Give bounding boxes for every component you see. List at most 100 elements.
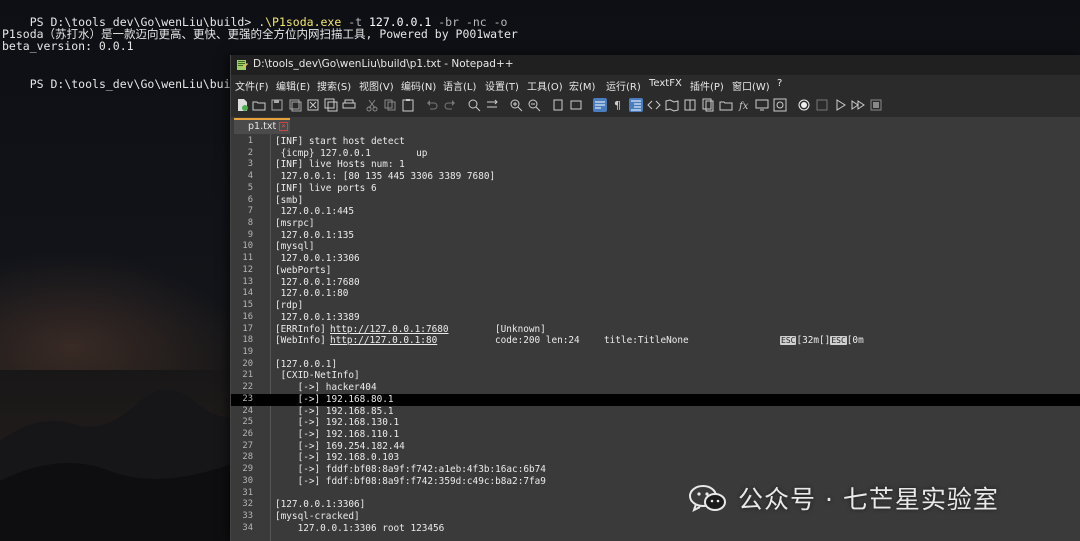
line-number: 22 (242, 382, 253, 393)
editor-line[interactable]: 13 127.0.0.1:7680 (231, 277, 1080, 289)
stop-macro-icon[interactable] (815, 98, 829, 112)
undo-icon[interactable] (425, 98, 439, 112)
line-text: [webPorts] (275, 264, 332, 276)
editor-line[interactable]: 4 127.0.0.1: [80 135 445 3306 3389 7680] (231, 171, 1080, 183)
menu-run[interactable]: 运行(R) (606, 78, 641, 93)
redo-icon[interactable] (443, 98, 457, 112)
menu-view[interactable]: 视图(V) (359, 78, 394, 93)
close-icon[interactable]: × (279, 122, 288, 131)
save-macro-icon[interactable] (869, 98, 883, 112)
line-number: 3 (247, 159, 253, 170)
editor-line[interactable]: 10 [mysql] (231, 241, 1080, 253)
word-wrap-icon[interactable] (593, 98, 607, 112)
editor-line[interactable]: 25 [->] 192.168.130.1 (231, 417, 1080, 429)
close-all-icon[interactable] (324, 98, 338, 112)
editor-line[interactable]: 27 [->] 169.254.182.44 (231, 441, 1080, 453)
menu-tools[interactable]: 工具(O) (527, 78, 563, 93)
folder-workspace-icon[interactable] (719, 98, 733, 112)
menu-encoding[interactable]: 编码(N) (401, 78, 436, 93)
show-all-chars-icon[interactable]: ¶ (611, 98, 625, 112)
copy-icon[interactable] (383, 98, 397, 112)
editor-line[interactable]: 6 [smb] (231, 195, 1080, 207)
cut-icon[interactable] (365, 98, 379, 112)
editor-line[interactable]: 23 [->] 192.168.80.1 (231, 393, 1080, 406)
editor-line[interactable]: 3 [INF] live Hosts num: 1 (231, 159, 1080, 171)
editor-line[interactable]: 9 127.0.0.1:135 (231, 230, 1080, 242)
line-text: 127.0.0.1:445 (275, 206, 355, 218)
menu-macro[interactable]: 宏(M) (569, 78, 595, 93)
web-url-link[interactable]: http://127.0.0.1:80 (330, 335, 437, 347)
editor-line[interactable]: 18 [WebInfo] http://127.0.0.1:80 code:200 … (231, 335, 1080, 347)
line-number: 20 (242, 358, 253, 369)
menu-window[interactable]: 窗口(W) (732, 78, 770, 93)
line-text: 127.0.0.1:3306 (275, 253, 360, 265)
xml-tags-icon[interactable] (647, 98, 661, 112)
editor-line[interactable]: 24 [->] 192.168.85.1 (231, 406, 1080, 418)
open-file-icon[interactable] (252, 98, 266, 112)
notepadpp-icon (237, 60, 248, 70)
new-file-icon[interactable] (235, 98, 249, 112)
line-text: [->] hacker404 (275, 382, 377, 394)
editor-line[interactable]: 11 127.0.0.1:3306 (231, 253, 1080, 265)
editor-line[interactable]: 5 [INF] live ports 6 (231, 183, 1080, 195)
menu-file[interactable]: 文件(F) (235, 78, 269, 93)
terminal-prompt-line[interactable]: PS D:\tools_dev\Go\wenLiu\build> (2, 65, 263, 103)
sync-horizontal-icon[interactable] (569, 98, 583, 112)
close-file-icon[interactable] (306, 98, 320, 112)
editor-line[interactable]: 16 127.0.0.1:3389 (231, 312, 1080, 324)
print-icon[interactable] (342, 98, 356, 112)
zoom-out-icon[interactable] (527, 98, 541, 112)
menu-help[interactable]: ? (777, 78, 782, 89)
paste-icon[interactable] (401, 98, 415, 112)
editor-line[interactable]: 28 [->] 192.168.0.103 (231, 452, 1080, 464)
menu-edit[interactable]: 编辑(E) (276, 78, 310, 93)
editor-line[interactable]: 19 (231, 347, 1080, 359)
line-number: 17 (242, 323, 253, 334)
monitor-icon[interactable] (755, 98, 769, 112)
editor-line[interactable]: 8 [msrpc] (231, 218, 1080, 230)
zoom-in-icon[interactable] (509, 98, 523, 112)
replace-icon[interactable] (485, 98, 499, 112)
save-all-icon[interactable] (288, 98, 302, 112)
editor-line[interactable]: 1 [INF] start host detect (231, 136, 1080, 148)
err-status: [Unknown] (495, 323, 546, 335)
menu-search[interactable]: 搜索(S) (317, 78, 351, 93)
err-url-link[interactable]: http://127.0.0.1:7680 (330, 324, 449, 336)
map-icon[interactable] (665, 98, 679, 112)
line-number: 34 (242, 522, 253, 533)
line-text: 127.0.0.1:3306 root 123456 (275, 522, 445, 534)
menu-language[interactable]: 语言(L) (443, 78, 476, 93)
editor-line[interactable]: 20 [127.0.0.1] (231, 359, 1080, 371)
title-bar[interactable]: D:\tools_dev\Go\wenLiu\build\p1.txt - No… (231, 55, 1080, 75)
find-icon[interactable] (467, 98, 481, 112)
editor-line[interactable]: 15 [rdp] (231, 300, 1080, 312)
line-number: 28 (242, 452, 253, 463)
menu-plugins[interactable]: 插件(P) (690, 78, 724, 93)
editor-line[interactable]: 2 {icmp} 127.0.0.1 up (231, 148, 1080, 160)
function-list-icon[interactable]: fx (737, 98, 751, 112)
play-macro-icon[interactable] (833, 98, 847, 112)
doc-list-icon[interactable] (701, 98, 715, 112)
editor-line[interactable]: 12 [webPorts] (231, 265, 1080, 277)
play-multiple-icon[interactable] (851, 98, 865, 112)
editor-line[interactable]: 22 [->] hacker404 (231, 382, 1080, 394)
save-icon[interactable] (270, 98, 284, 112)
editor-line[interactable]: 14 127.0.0.1:80 (231, 288, 1080, 300)
record-macro-icon[interactable] (797, 98, 811, 112)
editor-line[interactable]: 34 127.0.0.1:3306 root 123456 (231, 523, 1080, 535)
editor-line[interactable]: 7 127.0.0.1:445 (231, 206, 1080, 218)
line-text: [msrpc] (275, 218, 315, 230)
menu-settings[interactable]: 设置(T) (485, 78, 519, 93)
book-icon[interactable] (683, 98, 697, 112)
notepadpp-window[interactable]: D:\tools_dev\Go\wenLiu\build\p1.txt - No… (230, 55, 1080, 541)
indent-guide-icon[interactable] (629, 98, 643, 112)
editor-line[interactable]: 29 [->] fddf:bf08:8a9f:f742:a1eb:4f3b:16… (231, 464, 1080, 476)
line-number: 11 (242, 253, 253, 264)
editor-line[interactable]: 26 [->] 192.168.110.1 (231, 429, 1080, 441)
editor-line[interactable]: 17 [ERRInfo] http://127.0.0.1:7680 [Unknow… (231, 324, 1080, 336)
monitoring-icon[interactable] (773, 98, 787, 112)
menu-textfx[interactable]: TextFX (649, 78, 682, 89)
editor-line[interactable]: 21 [CXID-NetInfo] (231, 370, 1080, 382)
tab-p1-txt[interactable]: p1.txt × (234, 118, 290, 134)
sync-vertical-icon[interactable] (551, 98, 565, 112)
